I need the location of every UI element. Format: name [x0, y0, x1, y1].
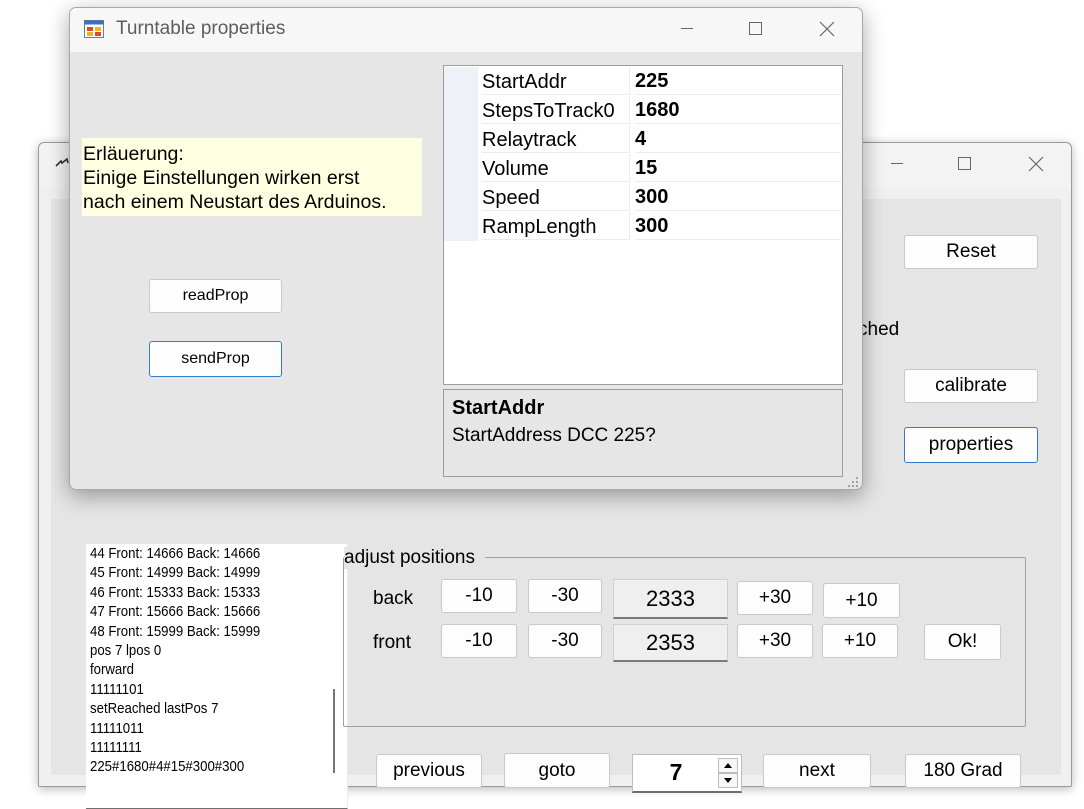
grid-gutter	[444, 154, 478, 183]
back-minus10-button[interactable]: -10	[441, 579, 517, 613]
minimize-icon[interactable]	[664, 13, 710, 45]
goto-button[interactable]: goto	[504, 753, 610, 788]
property-row-ramplength[interactable]: RampLength 300	[444, 212, 842, 241]
adjust-positions-title: adjust positions	[344, 547, 485, 569]
dialog-titlebar[interactable]: Turntable properties	[70, 8, 862, 52]
property-row-startaddr[interactable]: StartAddr 225	[444, 67, 842, 96]
property-row-relaytrack[interactable]: Relaytrack 4	[444, 125, 842, 154]
spin-up-icon[interactable]	[718, 758, 738, 773]
reached-label-partial: ched	[858, 319, 900, 340]
log-lines: 44 Front: 14666 Back: 14666 45 Front: 14…	[90, 544, 298, 777]
log-line: setReached lastPos 7	[90, 700, 219, 718]
property-value[interactable]: 15	[635, 154, 841, 182]
property-value[interactable]: 300	[635, 183, 841, 211]
explanation-line: Erläuerung:	[83, 143, 184, 165]
calibrate-button[interactable]: calibrate	[904, 369, 1038, 403]
log-line: forward	[90, 661, 135, 679]
back-position-field[interactable]: 2333	[613, 579, 728, 619]
log-line: 46 Front: 15333 Back: 15333	[90, 583, 261, 601]
grid-gutter	[444, 67, 478, 96]
front-minus30-button[interactable]: -30	[528, 624, 602, 658]
grad180-button[interactable]: 180 Grad	[905, 754, 1021, 788]
log-line: 11111101	[90, 680, 144, 698]
property-value[interactable]: 225	[635, 67, 841, 95]
explanation-line: nach einem Neustart des Arduinos.	[83, 191, 387, 213]
grid-gutter	[444, 183, 478, 212]
turntable-properties-dialog: Turntable properties Erläuerung: Einige …	[69, 7, 863, 490]
grid-gutter	[444, 125, 478, 154]
front-minus10-button[interactable]: -10	[441, 624, 517, 658]
explanation-label: Erläuerung: Einige Einstellungen wirken …	[82, 138, 422, 216]
back-minus30-button[interactable]: -30	[528, 579, 602, 613]
ok-button[interactable]: Ok!	[924, 624, 1001, 660]
maximize-icon[interactable]	[942, 148, 988, 180]
explanation-line: Einige Einstellungen wirken erst	[83, 167, 360, 189]
property-row-stepstotrack0[interactable]: StepsToTrack0 1680	[444, 96, 842, 125]
property-name: Relaytrack	[482, 125, 630, 153]
log-line: 48 Front: 15999 Back: 15999	[90, 622, 261, 640]
app-icon	[55, 157, 69, 171]
back-label: back	[373, 588, 414, 609]
property-name: Speed	[482, 183, 630, 211]
spin-down-icon[interactable]	[718, 773, 738, 788]
front-plus30-button[interactable]: +30	[737, 624, 813, 658]
maximize-icon[interactable]	[733, 13, 779, 45]
log-line: 11111111	[90, 739, 142, 757]
property-value[interactable]: 4	[635, 125, 841, 153]
property-grid[interactable]: StartAddr 225 StepsToTrack0 1680 Relaytr…	[443, 65, 843, 385]
log-scrollbar-thumb[interactable]	[333, 689, 335, 773]
property-name: RampLength	[482, 212, 630, 240]
front-position-field[interactable]: 2353	[613, 624, 728, 662]
description-property-name: StartAddr	[452, 397, 545, 419]
previous-button[interactable]: previous	[376, 754, 482, 788]
position-spinbox[interactable]: 7	[632, 754, 742, 793]
log-line: pos 7 lpos 0	[90, 642, 162, 660]
log-line: 11111011	[90, 719, 144, 737]
log-line: 47 Front: 15666 Back: 15666	[90, 603, 261, 621]
reset-button[interactable]: Reset	[904, 235, 1038, 269]
close-icon[interactable]	[804, 13, 850, 45]
property-value[interactable]: 1680	[635, 96, 841, 124]
read-prop-button[interactable]: readProp	[149, 279, 282, 313]
minimize-icon[interactable]	[874, 148, 920, 180]
back-plus30-button[interactable]: +30	[737, 581, 813, 615]
property-row-volume[interactable]: Volume 15	[444, 154, 842, 183]
adjust-positions-group: adjust positions back -10 -30 2333 +30 +…	[343, 547, 1026, 727]
property-description-pane: StartAddr StartAddress DCC 225?	[443, 389, 843, 477]
property-row-speed[interactable]: Speed 300	[444, 183, 842, 212]
log-line: 225#1680#4#15#300#300	[90, 758, 245, 776]
front-plus10-button[interactable]: +10	[822, 624, 898, 658]
app-icon	[84, 20, 104, 38]
back-plus10-button[interactable]: +10	[823, 583, 900, 618]
grid-gutter	[444, 96, 478, 125]
property-name: StartAddr	[482, 67, 630, 95]
position-value: 7	[669, 759, 683, 785]
grid-gutter	[444, 212, 478, 241]
description-text: StartAddress DCC 225?	[452, 425, 656, 446]
front-label: front	[373, 632, 412, 653]
properties-button[interactable]: properties	[904, 427, 1038, 463]
dialog-title: Turntable properties	[116, 18, 286, 39]
property-name: Volume	[482, 154, 630, 182]
log-line: 44 Front: 14666 Back: 14666	[90, 545, 261, 562]
property-name: StepsToTrack0	[482, 96, 630, 124]
send-prop-button[interactable]: sendProp	[149, 341, 282, 377]
log-line: 45 Front: 14999 Back: 14999	[90, 564, 261, 582]
log-listbox[interactable]: 44 Front: 14666 Back: 14666 45 Front: 14…	[86, 544, 348, 809]
resize-grip-icon[interactable]	[846, 475, 860, 489]
close-icon[interactable]	[1013, 148, 1059, 180]
next-button[interactable]: next	[763, 754, 871, 788]
property-value[interactable]: 300	[635, 212, 841, 240]
